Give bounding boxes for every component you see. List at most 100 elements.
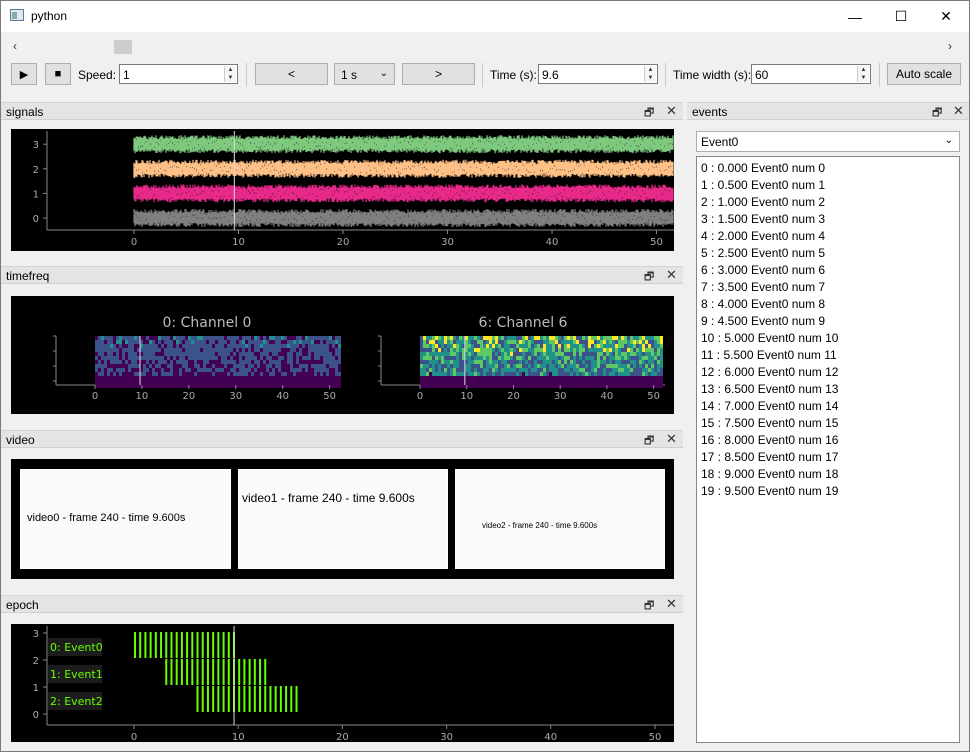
heatmap-cell <box>278 376 281 380</box>
heatmap-cell <box>302 380 305 384</box>
heatmap-cell <box>639 372 642 376</box>
heatmap-cell <box>239 344 242 348</box>
close-icon[interactable]: ✕ <box>666 596 677 612</box>
spin-arrows-icon[interactable]: ▲ ▼ <box>644 66 656 82</box>
list-item[interactable]: 18 : 9.000 Event0 num 18 <box>701 466 955 483</box>
heatmap-cell <box>314 368 317 372</box>
list-item[interactable]: 3 : 1.500 Event0 num 3 <box>701 211 955 228</box>
heatmap-cell <box>618 360 621 364</box>
heatmap-cell <box>474 384 477 388</box>
signals-plot[interactable]: 0 1 2 3 0 10 20 30 40 50 <box>11 129 674 251</box>
list-item[interactable]: 9 : 4.500 Event0 num 9 <box>701 313 955 330</box>
heatmap-cell <box>615 384 618 388</box>
heatmap-cell <box>95 336 98 340</box>
step-forward-button[interactable]: > <box>402 63 475 85</box>
heatmap-cell <box>453 384 456 388</box>
list-item[interactable]: 15 : 7.500 Event0 num 15 <box>701 415 955 432</box>
heatmap-cell <box>423 384 426 388</box>
heatmap-cell <box>570 376 573 380</box>
list-item[interactable]: 6 : 3.000 Event0 num 6 <box>701 262 955 279</box>
close-button[interactable]: ✕ <box>923 1 969 32</box>
maximize-button[interactable]: ☐ <box>878 1 924 32</box>
heatmap-cell <box>423 336 426 340</box>
heatmap-cell <box>504 364 507 368</box>
spin-arrows-icon[interactable]: ▲ ▼ <box>224 66 236 82</box>
heatmap-cell <box>531 336 534 340</box>
heatmap-cell <box>441 372 444 376</box>
timefreq-plot[interactable]: 0: Channel 0 6: Channel 6 0 10 20 30 40 50 0 10… <box>11 296 674 414</box>
video-frame-1[interactable]: video1 - frame 240 - time 9.600s <box>238 469 448 569</box>
float-icon[interactable]: 🗗 <box>932 104 942 123</box>
time-width-spinbox[interactable]: 60 ▲ ▼ <box>751 64 871 84</box>
heatmap-cell <box>95 372 98 376</box>
close-icon[interactable]: ✕ <box>953 103 964 119</box>
scroll-left-icon[interactable]: ‹ <box>13 39 17 53</box>
heatmap-cell <box>245 380 248 384</box>
heatmap-cell <box>621 348 624 352</box>
close-icon[interactable]: ✕ <box>666 431 677 447</box>
heatmap-cell <box>248 356 251 360</box>
time-spinbox[interactable]: 9.6 ▲ ▼ <box>538 64 658 84</box>
event-channel-select[interactable]: Event0 ⌄ <box>696 131 960 152</box>
scroll-thumb[interactable] <box>114 40 132 54</box>
list-item[interactable]: 14 : 7.000 Event0 num 14 <box>701 398 955 415</box>
heatmap-cell <box>236 344 239 348</box>
heatmap-cell <box>438 348 441 352</box>
list-item[interactable]: 10 : 5.000 Event0 num 10 <box>701 330 955 347</box>
heatmap-cell <box>134 368 137 372</box>
heatmap-cell <box>585 368 588 372</box>
heatmap-cell <box>278 368 281 372</box>
list-item[interactable]: 7 : 3.500 Event0 num 7 <box>701 279 955 296</box>
heatmap-cell <box>233 348 236 352</box>
float-icon[interactable]: 🗗 <box>644 268 654 287</box>
list-item[interactable]: 0 : 0.000 Event0 num 0 <box>701 160 955 177</box>
heatmap-cell <box>603 348 606 352</box>
list-item[interactable]: 1 : 0.500 Event0 num 1 <box>701 177 955 194</box>
scroll-right-icon[interactable]: › <box>948 39 952 53</box>
list-item[interactable]: 13 : 6.500 Event0 num 13 <box>701 381 955 398</box>
close-icon[interactable]: ✕ <box>666 267 677 283</box>
float-icon[interactable]: 🗗 <box>644 597 654 616</box>
speed-spinbox[interactable]: 1 ▲ ▼ <box>119 64 238 84</box>
float-icon[interactable]: 🗗 <box>644 432 654 451</box>
list-item[interactable]: 12 : 6.000 Event0 num 12 <box>701 364 955 381</box>
heatmap-cell <box>606 368 609 372</box>
list-item[interactable]: 16 : 8.000 Event0 num 16 <box>701 432 955 449</box>
heatmap-cell <box>513 376 516 380</box>
float-icon[interactable]: 🗗 <box>644 104 654 123</box>
heatmap-cell <box>176 360 179 364</box>
list-item[interactable]: 5 : 2.500 Event0 num 5 <box>701 245 955 262</box>
video-frame-2[interactable]: video2 - frame 240 - time 9.600s <box>455 469 665 569</box>
play-button[interactable]: ▶ <box>11 63 37 85</box>
events-list[interactable]: 0 : 0.000 Event0 num 01 : 0.500 Event0 n… <box>696 156 960 743</box>
spin-arrows-icon[interactable]: ▲ ▼ <box>857 66 869 82</box>
heatmap-cell <box>167 348 170 352</box>
minimize-button[interactable]: — <box>832 1 878 32</box>
heatmap-cell <box>570 336 573 340</box>
auto-scale-button[interactable]: Auto scale <box>887 63 961 85</box>
heatmap-cell <box>152 364 155 368</box>
epoch-plot[interactable]: 0 1 2 3 0 10 20 30 40 50 0: Event0 1: Event1 2: Even… <box>11 624 674 743</box>
heatmap-cell <box>332 380 335 384</box>
heatmap-cell <box>636 364 639 368</box>
heatmap-cell <box>272 376 275 380</box>
list-item[interactable]: 2 : 1.000 Event0 num 2 <box>701 194 955 211</box>
heatmap-cell <box>546 352 549 356</box>
step-size-value: 1 s <box>341 68 358 82</box>
close-icon[interactable]: ✕ <box>666 103 677 119</box>
stop-button[interactable]: ■ <box>45 63 71 85</box>
step-back-button[interactable]: < <box>255 63 328 85</box>
list-item[interactable]: 19 : 9.500 Event0 num 19 <box>701 483 955 500</box>
list-item[interactable]: 17 : 8.500 Event0 num 17 <box>701 449 955 466</box>
heatmap-cell <box>618 352 621 356</box>
heatmap-cell <box>582 372 585 376</box>
heatmap-cell <box>600 384 603 388</box>
list-item[interactable]: 11 : 5.500 Event0 num 11 <box>701 347 955 364</box>
video-frame-0[interactable]: video0 - frame 240 - time 9.600s <box>20 469 231 569</box>
step-size-select[interactable]: 1 s ⌄ <box>334 63 395 85</box>
time-scrollbar[interactable]: ‹ › <box>1 38 969 56</box>
list-item[interactable]: 8 : 4.000 Event0 num 8 <box>701 296 955 313</box>
heatmap-cell <box>104 360 107 364</box>
heatmap-cell <box>149 384 152 388</box>
list-item[interactable]: 4 : 2.000 Event0 num 4 <box>701 228 955 245</box>
